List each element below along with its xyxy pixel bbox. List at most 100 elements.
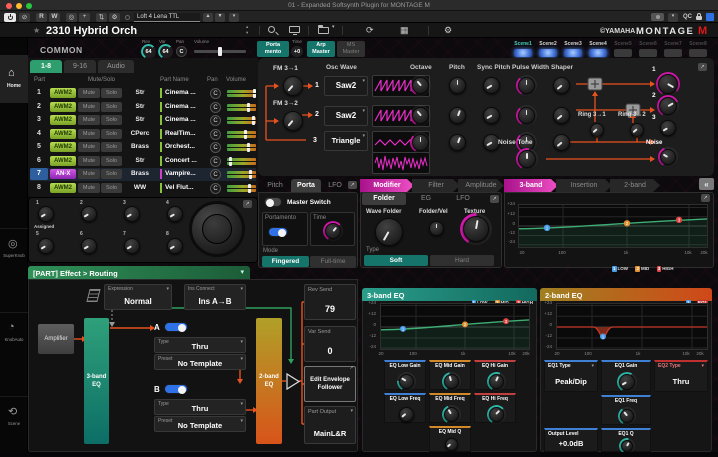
osc2-pitch-knob[interactable]	[449, 107, 466, 124]
scene5-button[interactable]	[614, 49, 632, 57]
ring-3-2-knob[interactable]	[630, 123, 644, 137]
part-pan-knob[interactable]: C	[210, 115, 221, 126]
sidebar-item-superknob[interactable]: ◎ SuperKnob	[0, 228, 28, 272]
mute-button[interactable]: Mute	[78, 183, 100, 193]
osc2-wave-select[interactable]: ▾ Saw2	[324, 106, 368, 126]
power-button[interactable]	[4, 13, 16, 22]
part-pan-knob[interactable]: C	[210, 129, 221, 140]
fm-3-1-knob[interactable]	[283, 76, 303, 96]
sidebar-item-scene[interactable]: ⟲ Scene	[0, 396, 28, 440]
mute-button[interactable]: Mute	[78, 115, 100, 125]
texture-knob[interactable]	[463, 216, 489, 242]
scene6-button[interactable]	[639, 49, 657, 57]
solo-button[interactable]: Solo	[101, 115, 122, 125]
part-name[interactable]: Vampire...	[160, 169, 207, 179]
part-pan-knob[interactable]: C	[210, 183, 221, 194]
soft-button[interactable]: Soft	[364, 255, 428, 266]
folder-vel-knob[interactable]	[429, 221, 444, 236]
portamento-button[interactable]: Porta mento	[257, 41, 289, 57]
part-name[interactable]: Concert ...	[160, 156, 207, 166]
arp-master-button[interactable]: Arp Master	[307, 41, 335, 57]
assign-knob-5[interactable]	[38, 238, 54, 254]
noise-level-knob[interactable]	[660, 149, 676, 165]
folder-menu-icon[interactable]: ▾	[332, 24, 335, 30]
solo-button[interactable]: Solo	[101, 183, 122, 193]
part-pan-knob[interactable]: C	[210, 142, 221, 153]
part-name[interactable]: Cinema ...	[160, 88, 207, 98]
ins-b-type-select[interactable]: Type▾ Thru	[154, 399, 246, 415]
eq-top-expand-icon[interactable]: ↗	[701, 194, 710, 202]
eq-hi-freq-knob[interactable]	[489, 407, 504, 422]
osc1-level-knob[interactable]	[658, 74, 678, 94]
volume-slider-thumb[interactable]	[218, 47, 222, 56]
eq1-freq-knob[interactable]	[620, 409, 634, 423]
assign-knob-1[interactable]	[38, 206, 54, 222]
tab-insertion[interactable]: Insertion	[556, 179, 612, 192]
output-level-cell[interactable]: Output Level +0.0dB	[544, 428, 598, 452]
part-number[interactable]: 3	[30, 114, 48, 126]
ins-b-toggle[interactable]	[164, 384, 188, 394]
scene4-button[interactable]	[589, 49, 607, 57]
mute-button[interactable]: Mute	[78, 156, 100, 166]
part-row-4[interactable]: 4 AWM2 Mute Solo CPerc RealTim... C	[30, 128, 256, 141]
snapshot-menu-button[interactable]: ▾	[668, 13, 678, 22]
part-volume-slider[interactable]	[227, 131, 256, 138]
expression-select[interactable]: Expression▾ Normal	[104, 284, 172, 310]
patch-stepper[interactable]: ▴ ▾	[246, 24, 248, 36]
edit-envelope-follower-button[interactable]: Edit Envelope Follower	[304, 366, 356, 402]
part-volume-slider[interactable]	[227, 104, 256, 111]
eq1-gain-knob[interactable]	[619, 374, 635, 390]
part-row-8[interactable]: 8 AWM2 Mute Solo WW Vel Flut... C	[30, 182, 256, 195]
ins-a-type-select[interactable]: Type▾ Thru	[154, 337, 246, 353]
assign-knob-4[interactable]	[167, 206, 183, 222]
porta-time-knob[interactable]	[325, 223, 341, 239]
osc3-pitch-knob[interactable]	[449, 134, 466, 151]
tab-amplitude[interactable]: Amplitude	[458, 179, 504, 192]
part-pan-knob[interactable]: C	[210, 102, 221, 113]
osc2-sync-pitch-knob[interactable]	[483, 107, 500, 124]
osc2-shaper-knob[interactable]	[553, 107, 570, 124]
part-volume-slider[interactable]	[227, 158, 256, 165]
write-automation-button[interactable]: W	[49, 13, 60, 22]
color-swatch[interactable]	[706, 13, 714, 21]
mute-button[interactable]: Mute	[78, 102, 100, 112]
transfer-button[interactable]: ⇅	[96, 13, 107, 22]
eq1-q-knob[interactable]	[621, 440, 633, 452]
rev-send-knob[interactable]: 64	[143, 46, 154, 57]
tab-parts-audio[interactable]: Audio	[98, 60, 134, 73]
rev-send-box[interactable]: Rev Send79	[304, 284, 356, 320]
eq-mid-freq-knob[interactable]	[444, 407, 459, 422]
part-number[interactable]: 8	[30, 182, 48, 194]
part-pan-knob[interactable]: C	[210, 88, 221, 99]
read-automation-button[interactable]: R	[36, 13, 47, 22]
subtab-lfo[interactable]: LFO	[446, 193, 480, 205]
scene3-button[interactable]	[564, 49, 582, 57]
tab-porta[interactable]: Porta	[291, 179, 321, 192]
scene1-button[interactable]	[514, 49, 532, 57]
osc1-shaper-knob[interactable]	[553, 77, 570, 94]
tab-3band[interactable]: 3-band	[504, 179, 558, 192]
collapse-panel-button[interactable]: «	[699, 178, 714, 190]
sidebar-item-home[interactable]: ⌂ Home	[0, 55, 28, 103]
osc3-shaper-knob[interactable]	[553, 134, 570, 151]
sync-icon[interactable]: ⟳	[366, 25, 374, 36]
part-number[interactable]: 1	[30, 87, 48, 99]
osc1-octave-knob[interactable]	[412, 77, 429, 94]
solo-button[interactable]: Solo	[101, 102, 122, 112]
osc2-level-knob[interactable]	[659, 97, 677, 115]
eq-mid-q-knob[interactable]	[445, 438, 458, 451]
part-row-6[interactable]: 6 AWM2 Mute Solo Str Concert ... C	[30, 155, 256, 168]
part-row-2[interactable]: 2 AWM2 Mute Solo Str Cinema ... C	[30, 101, 256, 114]
favorite-star-icon[interactable]: ★	[33, 26, 40, 35]
bypass-button[interactable]: ⊘	[19, 13, 30, 22]
ins-a-preset-select[interactable]: Preset▾ No Template	[154, 354, 246, 370]
eq1-type-cell[interactable]: EQ1 Type ▾ Peak/Dip	[544, 360, 598, 392]
ring-3-1-knob[interactable]	[590, 123, 604, 137]
modifier-expand-icon[interactable]: ↗	[490, 195, 499, 203]
hard-button[interactable]: Hard	[430, 255, 494, 266]
mute-button[interactable]: Mute	[78, 129, 100, 139]
osc1-pulse-width-knob[interactable]	[518, 77, 535, 94]
osc1-sync-pitch-knob[interactable]	[483, 77, 500, 94]
part-output-box[interactable]: Part Output ▾ MainL&R	[304, 406, 356, 444]
volume-slider[interactable]	[194, 50, 246, 53]
